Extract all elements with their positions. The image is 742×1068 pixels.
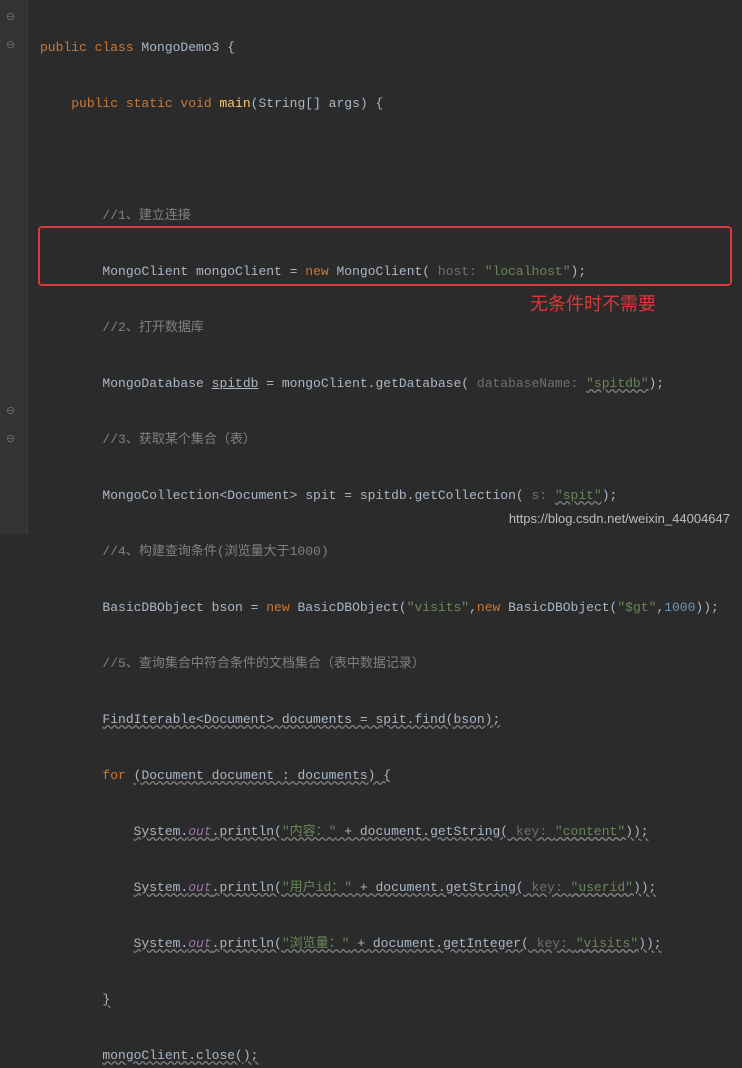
code-line: System.out.println("内容：" + document.getS… bbox=[28, 818, 742, 846]
code-area[interactable]: public class MongoDemo3 { public static … bbox=[28, 0, 742, 534]
code-line: MongoCollection<Document> spit = spitdb.… bbox=[28, 482, 742, 510]
code-line: System.out.println("浏览量：" + document.get… bbox=[28, 930, 742, 958]
fold-icon[interactable]: ⊖ bbox=[6, 38, 15, 52]
fold-icon[interactable]: ⊖ bbox=[6, 404, 15, 418]
code-line bbox=[28, 146, 742, 174]
code-line: mongoClient.close(); bbox=[28, 1042, 742, 1068]
code-line: FindIterable<Document> documents = spit.… bbox=[28, 706, 742, 734]
code-line: MongoClient mongoClient = new MongoClien… bbox=[28, 258, 742, 286]
fold-icon[interactable]: ⊖ bbox=[6, 432, 15, 446]
code-line: } bbox=[28, 986, 742, 1014]
code-line: //5、查询集合中符合条件的文档集合（表中数据记录） bbox=[28, 650, 742, 678]
code-line: public static void main(String[] args) { bbox=[28, 90, 742, 118]
code-line: //2、打开数据库 bbox=[28, 314, 742, 342]
code-line: //1、建立连接 bbox=[28, 202, 742, 230]
annotation-text: 无条件时不需要 bbox=[530, 290, 656, 316]
gutter: ⊖ ⊖ ⊖ ⊖ bbox=[0, 0, 28, 534]
code-line: for (Document document : documents) { bbox=[28, 762, 742, 790]
fold-icon[interactable]: ⊖ bbox=[6, 10, 15, 24]
code-line: System.out.println("用户id：" + document.ge… bbox=[28, 874, 742, 902]
code-line: BasicDBObject bson = new BasicDBObject("… bbox=[28, 594, 742, 622]
code-line: //4、构建查询条件(浏览量大于1000) bbox=[28, 538, 742, 566]
watermark: https://blog.csdn.net/weixin_44004647 bbox=[509, 511, 730, 526]
code-editor: ⊖ ⊖ ⊖ ⊖ public class MongoDemo3 { public… bbox=[0, 0, 742, 534]
code-line: public class MongoDemo3 { bbox=[28, 34, 742, 62]
code-line: MongoDatabase spitdb = mongoClient.getDa… bbox=[28, 370, 742, 398]
code-line: //3、获取某个集合（表） bbox=[28, 426, 742, 454]
